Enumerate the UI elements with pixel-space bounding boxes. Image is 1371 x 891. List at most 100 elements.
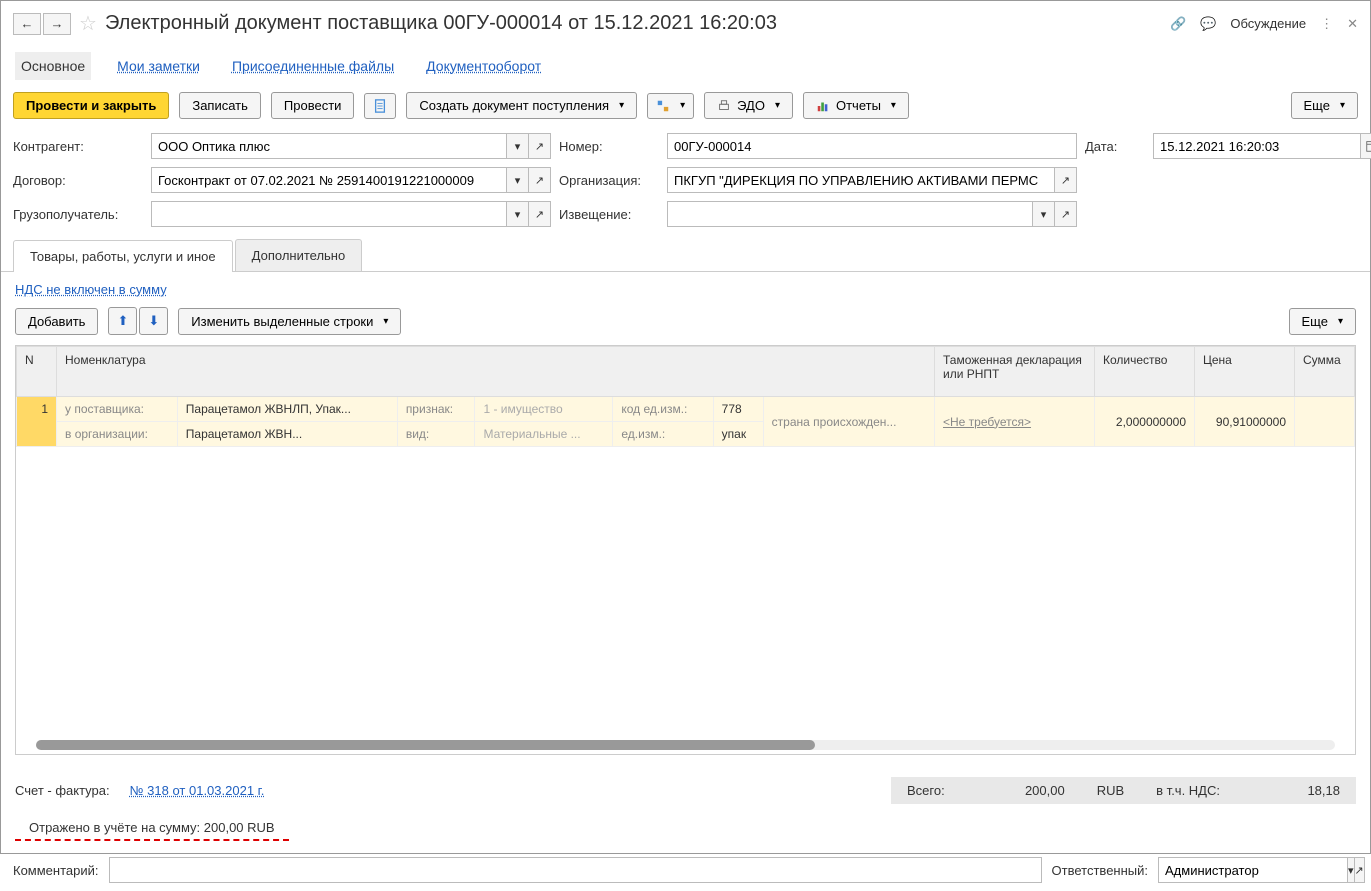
code-unit-value[interactable]: 778 — [713, 397, 763, 422]
window-header: ← → ☆ Электронный документ поставщика 00… — [1, 1, 1370, 46]
edit-rows-button[interactable]: Изменить выделенные строки — [178, 308, 401, 335]
counterparty-dropdown[interactable]: ▾ — [507, 133, 529, 159]
more-button[interactable]: Еще — [1291, 92, 1358, 119]
notice-dropdown[interactable]: ▾ — [1033, 201, 1055, 227]
totals-row: Счет - фактура: № 318 от 01.03.2021 г. В… — [1, 765, 1370, 816]
tab-attached[interactable]: Присоединенные файлы — [226, 52, 400, 80]
edo-button[interactable]: ЭДО — [704, 92, 793, 119]
invoice-link[interactable]: № 318 от 01.03.2021 г. — [130, 783, 265, 798]
responsible-input[interactable] — [1158, 857, 1348, 883]
reports-button[interactable]: Отчеты — [803, 92, 909, 119]
reflected-amount: Отражено в учёте на сумму: 200,00 RUB — [15, 816, 289, 841]
notice-field: ▾ ↗ — [667, 201, 1077, 227]
create-receipt-button[interactable]: Создать документ поступления — [406, 92, 637, 119]
vat-link[interactable]: НДС не включен в сумму — [15, 282, 167, 297]
move-down-button[interactable]: ⬇ — [139, 307, 168, 335]
link-icon[interactable]: 🔗 — [1170, 16, 1186, 32]
in-org-label: в организации: — [57, 422, 178, 447]
total-value: 200,00 — [961, 777, 1081, 804]
col-sum[interactable]: Сумма — [1295, 347, 1355, 397]
counterparty-open[interactable]: ↗ — [529, 133, 551, 159]
post-button[interactable]: Провести — [271, 92, 355, 119]
discuss-icon[interactable]: 💬 — [1200, 16, 1216, 32]
consignee-open[interactable]: ↗ — [529, 201, 551, 227]
move-buttons: ⬆ ⬇ — [108, 307, 168, 335]
consignee-field: ▾ ↗ — [151, 201, 551, 227]
contract-dropdown[interactable]: ▾ — [507, 167, 529, 193]
forward-button[interactable]: → — [43, 13, 71, 35]
number-field — [667, 133, 1077, 159]
horizontal-scrollbar[interactable] — [36, 740, 1335, 750]
kind-label: вид: — [397, 422, 475, 447]
date-input[interactable] — [1153, 133, 1361, 159]
comment-input[interactable] — [109, 857, 1042, 883]
form-fields: Контрагент: ▾ ↗ Номер: Дата: Договор: ▾ … — [1, 125, 1370, 235]
qty-value[interactable]: 2,000000000 — [1095, 397, 1195, 447]
sign-label: признак: — [397, 397, 475, 422]
subtab-extra[interactable]: Дополнительно — [235, 239, 363, 271]
favorite-icon[interactable]: ☆ — [79, 11, 97, 36]
responsible-field: ▾ ↗ — [1158, 857, 1358, 883]
discuss-label[interactable]: Обсуждение — [1230, 16, 1306, 31]
sum-value[interactable] — [1295, 397, 1355, 447]
col-price[interactable]: Цена — [1195, 347, 1295, 397]
price-value[interactable]: 90,91000000 — [1195, 397, 1295, 447]
customs-cell[interactable]: <Не требуется> — [935, 397, 1095, 447]
col-n[interactable]: N — [17, 347, 57, 397]
org-field: ↗ — [667, 167, 1077, 193]
col-nomenclature[interactable]: Номенклатура — [57, 347, 935, 397]
responsible-open[interactable]: ↗ — [1355, 857, 1365, 883]
goods-tab-content: НДС не включен в сумму Добавить ⬆ ⬇ Изме… — [1, 272, 1370, 765]
code-unit-label: код ед.изм.: — [613, 397, 713, 422]
close-icon[interactable]: ✕ — [1347, 16, 1358, 32]
counterparty-label: Контрагент: — [13, 139, 143, 154]
save-button[interactable]: Записать — [179, 92, 261, 119]
calendar-button[interactable] — [1361, 133, 1371, 159]
page-title: Электронный документ поставщика 00ГУ-000… — [105, 12, 1162, 35]
number-label: Номер: — [559, 139, 659, 154]
back-button[interactable]: ← — [13, 13, 41, 35]
supplier-label: у поставщика: — [57, 397, 178, 422]
contract-input[interactable] — [151, 167, 507, 193]
org-open[interactable]: ↗ — [1055, 167, 1077, 193]
total-label: Всего: — [891, 777, 961, 804]
row-number: 1 — [17, 397, 57, 447]
consignee-label: Грузополучатель: — [13, 207, 143, 222]
total-currency: RUB — [1081, 777, 1140, 804]
tab-main[interactable]: Основное — [15, 52, 91, 80]
subtab-goods[interactable]: Товары, работы, услуги и иное — [13, 240, 233, 272]
kind-value[interactable]: Материальные ... — [475, 422, 613, 447]
tab-docflow[interactable]: Документооборот — [420, 52, 547, 80]
customs-link[interactable]: <Не требуется> — [943, 415, 1031, 429]
counterparty-input[interactable] — [151, 133, 507, 159]
unit-value[interactable]: упак — [713, 422, 763, 447]
in-org-value[interactable]: Парацетамол ЖВН... — [177, 422, 397, 447]
table-toolbar: Добавить ⬆ ⬇ Изменить выделенные строки … — [15, 297, 1356, 345]
scrollbar-thumb[interactable] — [36, 740, 815, 750]
table-header-row: N Номенклатура Таможенная декларация или… — [17, 347, 1355, 397]
consignee-input[interactable] — [151, 201, 507, 227]
notice-open[interactable]: ↗ — [1055, 201, 1077, 227]
structure-button[interactable] — [647, 93, 694, 119]
add-row-button[interactable]: Добавить — [15, 308, 98, 335]
document-icon-button[interactable] — [364, 93, 396, 119]
col-customs[interactable]: Таможенная декларация или РНПТ — [935, 347, 1095, 397]
supplier-value[interactable]: Парацетамол ЖВНЛП, Упак... — [177, 397, 397, 422]
consignee-dropdown[interactable]: ▾ — [507, 201, 529, 227]
col-qty[interactable]: Количество — [1095, 347, 1195, 397]
contract-open[interactable]: ↗ — [529, 167, 551, 193]
totals-summary: Всего: 200,00 RUB в т.ч. НДС: 18,18 — [891, 777, 1356, 804]
table-more-button[interactable]: Еще — [1289, 308, 1356, 335]
move-up-button[interactable]: ⬆ — [108, 307, 137, 335]
header-actions: 🔗 💬 Обсуждение ⋮ ✕ — [1170, 16, 1358, 32]
sign-value[interactable]: 1 - имущество — [475, 397, 613, 422]
org-input[interactable] — [667, 167, 1055, 193]
notice-input[interactable] — [667, 201, 1033, 227]
tab-notes[interactable]: Мои заметки — [111, 52, 206, 80]
number-input[interactable] — [667, 133, 1077, 159]
post-close-button[interactable]: Провести и закрыть — [13, 92, 169, 119]
main-toolbar: Провести и закрыть Записать Провести Соз… — [1, 86, 1370, 125]
table-row[interactable]: 1 у поставщика: Парацетамол ЖВНЛП, Упак.… — [17, 397, 1355, 422]
kebab-icon[interactable]: ⋮ — [1320, 16, 1333, 32]
print-icon — [717, 99, 731, 113]
